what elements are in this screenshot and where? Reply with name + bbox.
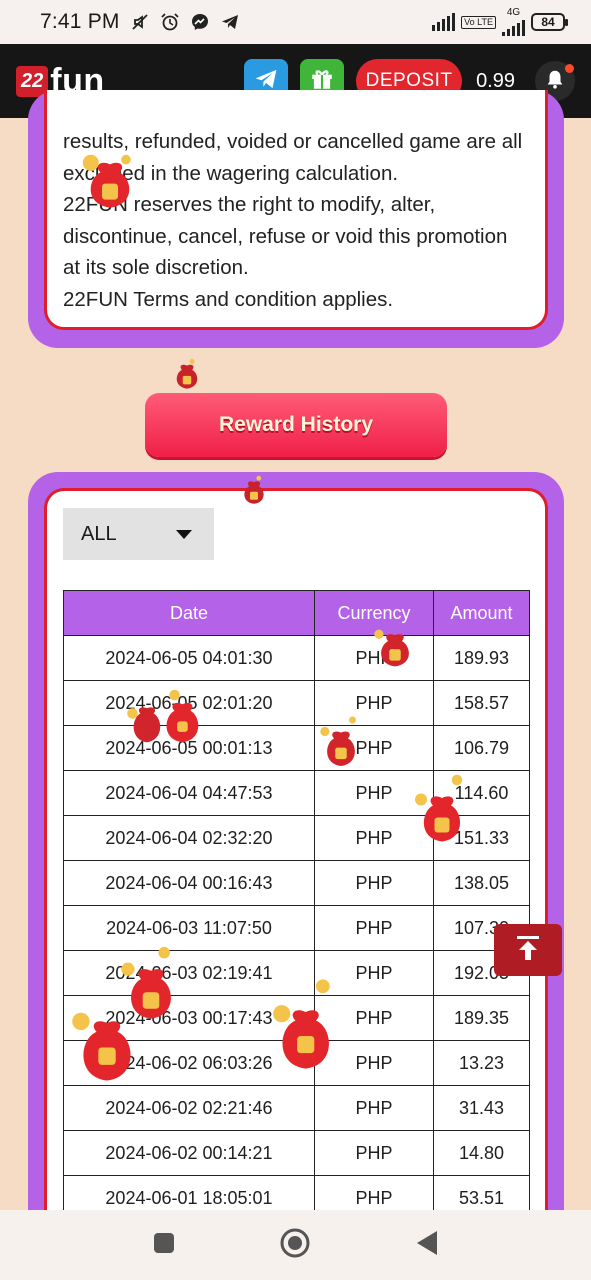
recents-button[interactable] <box>152 1231 176 1260</box>
home-button[interactable] <box>279 1227 311 1264</box>
battery-level: 84 <box>541 15 555 29</box>
back-button[interactable] <box>415 1230 439 1261</box>
lucky-bag-icon <box>82 154 131 208</box>
system-nav-bar <box>0 1210 591 1280</box>
table-row: 2024-06-02 00:14:21 PHP 14.80 <box>63 1130 530 1176</box>
row-date: 2024-06-02 02:21:46 <box>63 1085 315 1131</box>
lucky-bag-icon <box>320 716 356 766</box>
terms-line: discontinue, cancel, refuse or void this… <box>63 224 508 248</box>
lucky-bag-icon <box>72 1012 131 1081</box>
status-time: 7:41 PM <box>40 10 120 33</box>
terms-line: 22FUN Terms and condition applies. <box>63 287 394 311</box>
row-amount: 138.05 <box>433 860 530 906</box>
reward-history-card: ALL Date Currency Amount 2024-06-05 04:0… <box>28 472 564 1266</box>
signal-icon-2 <box>502 18 525 36</box>
scroll-to-top-button[interactable] <box>494 924 562 976</box>
column-header-amount: Amount <box>433 590 530 636</box>
mute-icon <box>130 12 150 32</box>
lucky-bag-icon <box>176 358 198 389</box>
notification-dot <box>565 64 574 73</box>
row-amount: 189.93 <box>433 635 530 681</box>
table-row: 2024-06-04 00:16:43 PHP 138.05 <box>63 860 530 906</box>
chevron-down-icon <box>176 530 192 539</box>
table-row: 2024-06-05 04:01:30 PHP 189.93 <box>63 635 530 681</box>
row-currency: PHP <box>314 1085 434 1131</box>
alarm-icon <box>160 12 180 32</box>
status-bar: 7:41 PM Vo LTE 4G 84 <box>0 0 591 44</box>
row-amount: 13.23 <box>433 1040 530 1086</box>
volte-badge: Vo LTE <box>461 15 496 29</box>
row-currency: PHP <box>314 1130 434 1176</box>
row-date: 2024-06-04 00:16:43 <box>63 860 315 906</box>
terms-card: results, refunded, voided or cancelled g… <box>28 90 564 348</box>
lucky-bag-icon <box>415 774 463 842</box>
row-amount: 31.43 <box>433 1085 530 1131</box>
battery-icon: 84 <box>531 13 568 31</box>
row-amount: 158.57 <box>433 680 530 726</box>
reward-history-button[interactable]: Reward History <box>145 393 447 457</box>
table-row: 2024-06-03 11:07:50 PHP 107.30 <box>63 905 530 951</box>
network-type: 4G <box>506 7 521 18</box>
row-currency: PHP <box>314 860 434 906</box>
row-date: 2024-06-04 02:32:20 <box>63 815 315 861</box>
row-currency: PHP <box>314 905 434 951</box>
telegram-icon <box>220 12 240 32</box>
currency-filter-select[interactable]: ALL <box>63 508 214 560</box>
column-header-date: Date <box>63 590 315 636</box>
table-header-row: Date Currency Amount <box>63 590 530 636</box>
row-amount: 14.80 <box>433 1130 530 1176</box>
lucky-bag-icon <box>244 475 264 504</box>
row-date: 2024-06-04 04:47:53 <box>63 770 315 816</box>
row-date: 2024-06-03 11:07:50 <box>63 905 315 951</box>
reward-history-panel: ALL Date Currency Amount 2024-06-05 04:0… <box>44 488 548 1266</box>
lucky-bag-icon <box>273 979 330 1069</box>
row-amount: 106.79 <box>433 725 530 771</box>
arrow-up-icon <box>515 934 541 967</box>
row-date: 2024-06-05 04:01:30 <box>63 635 315 681</box>
row-date: 2024-06-02 00:14:21 <box>63 1130 315 1176</box>
messenger-icon <box>190 12 210 32</box>
filter-value: ALL <box>81 522 117 545</box>
signal-icon <box>432 13 456 31</box>
lucky-bag-icon <box>374 629 409 667</box>
row-amount: 189.35 <box>433 995 530 1041</box>
table-row: 2024-06-02 02:21:46 PHP 31.43 <box>63 1085 530 1131</box>
lucky-bag-icon <box>127 689 199 743</box>
terms-line: at its sole discretion. <box>63 256 249 279</box>
